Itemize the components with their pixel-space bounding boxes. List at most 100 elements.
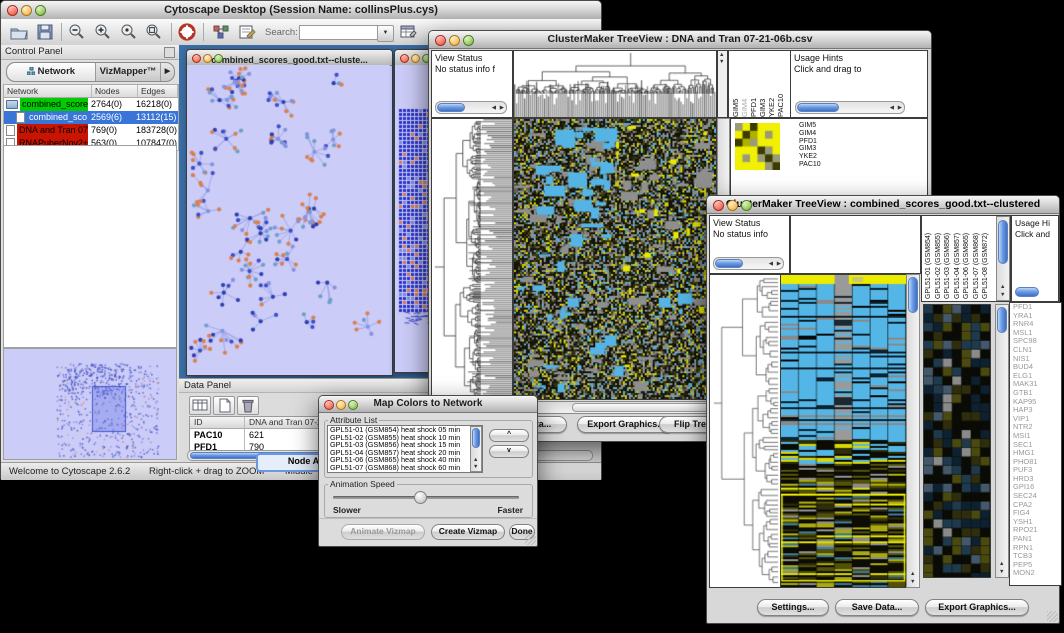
tv2-row-dendrogram[interactable] xyxy=(709,274,781,588)
dialog-titlebar[interactable]: Map Colors to Network xyxy=(319,396,537,413)
tab-vizmapper[interactable]: VizMapper™ xyxy=(96,63,160,81)
network-overview-button[interactable] xyxy=(211,22,231,42)
scrollbar-thumb[interactable] xyxy=(715,259,743,268)
scroll-left-icon[interactable]: ◀ xyxy=(769,261,773,267)
column-label[interactable]: GPL51-04 (GSM857) xyxy=(953,216,963,299)
search-dropdown-arrow-icon[interactable]: ▼ xyxy=(377,25,394,42)
column-label[interactable]: GPL51-02 (GSM855) xyxy=(934,216,944,299)
save-data-button[interactable]: Save Data... xyxy=(835,599,919,616)
treeview1-titlebar[interactable]: ClusterMaker TreeView : DNA and Tran 07-… xyxy=(429,31,931,49)
scroll-up-icon[interactable]: ▲ xyxy=(473,457,478,463)
column-label[interactable]: GPL51-03 (GSM856) xyxy=(943,216,953,299)
export-graphics-button[interactable]: Export Graphics... xyxy=(925,599,1029,616)
column-label[interactable]: GPL51-07 (GSM868) xyxy=(972,216,982,299)
annotation-button[interactable] xyxy=(237,22,257,42)
tv1-row-dendrogram[interactable] xyxy=(431,118,513,400)
row-label[interactable]: PFD1 xyxy=(799,138,821,146)
attribute-list[interactable]: GPL51-01 (GSM854) heat shock 05 minGPL51… xyxy=(327,425,483,473)
move-up-button[interactable]: ^ xyxy=(489,429,529,442)
animate-vizmap-button[interactable]: Animate Vizmap xyxy=(341,524,425,540)
scroll-down-icon[interactable]: ▼ xyxy=(910,579,915,585)
minimize-button[interactable] xyxy=(203,54,212,63)
resize-grip[interactable] xyxy=(525,534,536,545)
scroll-down-icon[interactable]: ▼ xyxy=(999,569,1004,575)
col-nodes[interactable]: Nodes xyxy=(92,85,138,97)
zoom-button[interactable] xyxy=(741,200,752,211)
col-edges[interactable]: Edges xyxy=(138,85,178,97)
scroll-down-icon[interactable]: ▼ xyxy=(1000,292,1005,298)
scroll-right-icon[interactable]: ▶ xyxy=(898,105,902,111)
scroll-up-icon[interactable]: ▲ xyxy=(910,571,915,577)
column-label[interactable]: GIM4 xyxy=(740,51,749,117)
network-table-row[interactable]: combined_sco 2569(6) 13112(15) xyxy=(4,111,178,124)
scrollbar-thumb[interactable] xyxy=(1015,287,1039,297)
col-network[interactable]: Network xyxy=(4,85,92,97)
attribute-list-vscrollbar[interactable]: ▲ ▼ xyxy=(470,426,482,472)
tv1-corner-scroll[interactable]: ▲ ▼ xyxy=(717,50,728,118)
scrollbar-thumb[interactable] xyxy=(797,103,839,112)
usage-hints-scrollbar[interactable]: ◀ ▶ xyxy=(795,101,905,114)
close-button[interactable] xyxy=(324,400,334,410)
search-input[interactable] xyxy=(299,25,381,40)
network-view-titlebar[interactable]: combined_scores_good.txt--cluste... xyxy=(187,50,392,66)
zoom-in-button[interactable] xyxy=(93,22,113,42)
scrollbar-thumb[interactable] xyxy=(437,103,465,112)
row-label[interactable]: GIM5 xyxy=(799,122,821,130)
scroll-down-icon[interactable]: ▼ xyxy=(473,464,478,470)
main-titlebar[interactable]: Cytoscape Desktop (Session Name: collins… xyxy=(1,1,601,20)
new-attribute-icon[interactable] xyxy=(213,396,235,415)
view-status-scrollbar[interactable]: ◀ ▶ xyxy=(713,257,784,270)
detach-panel-icon[interactable] xyxy=(164,47,175,58)
minimize-button[interactable] xyxy=(449,35,460,46)
minimize-button[interactable] xyxy=(727,200,738,211)
scroll-up-icon[interactable]: ▲ xyxy=(1000,284,1005,290)
tv1-heatmap[interactable] xyxy=(513,118,717,400)
tv2-heatmap[interactable] xyxy=(780,274,907,588)
create-vizmap-button[interactable]: Create Vizmap xyxy=(431,524,505,540)
scroll-left-icon[interactable]: ◀ xyxy=(492,105,496,111)
attribute-select-icon[interactable] xyxy=(189,396,211,415)
tv2-zoom-vscrollbar[interactable]: ▲ ▼ xyxy=(995,304,1009,578)
animation-speed-slider-thumb[interactable] xyxy=(414,491,427,504)
zoom-selected-button[interactable] xyxy=(119,22,139,42)
scrollbar-thumb[interactable] xyxy=(472,428,480,448)
tv1-col-dendrogram[interactable] xyxy=(513,50,717,118)
overview-canvas[interactable] xyxy=(4,349,176,459)
scrollbar-thumb[interactable] xyxy=(998,220,1008,264)
resize-grip[interactable] xyxy=(1047,611,1058,622)
network-overview-panel[interactable] xyxy=(3,348,177,460)
zoom-out-button[interactable] xyxy=(67,22,87,42)
close-button[interactable] xyxy=(400,54,409,63)
scroll-right-icon[interactable]: ▶ xyxy=(500,105,504,111)
row-label[interactable]: PAC10 xyxy=(799,161,821,169)
delete-attribute-trash-icon[interactable] xyxy=(237,396,259,415)
zoom-button[interactable] xyxy=(348,400,358,410)
column-label[interactable]: GIM5 xyxy=(731,51,740,117)
column-label[interactable]: PFD1 xyxy=(749,51,758,117)
tv2-heatmap-vscrollbar[interactable]: ▲ ▼ xyxy=(906,274,920,588)
scroll-right-icon[interactable]: ▶ xyxy=(777,261,781,267)
column-label[interactable]: GIM3 xyxy=(758,51,767,117)
tv2-labels-vscrollbar[interactable]: ▲ ▼ xyxy=(996,216,1010,301)
column-label[interactable]: YKE2 xyxy=(767,51,776,117)
open-session-button[interactable] xyxy=(9,22,29,42)
close-button[interactable] xyxy=(435,35,446,46)
scroll-down-icon[interactable]: ▼ xyxy=(719,59,724,65)
gene-label[interactable]: MON2 xyxy=(1013,569,1061,578)
zoom-button[interactable] xyxy=(214,54,223,63)
more-tabs-arrow-icon[interactable]: ▶ xyxy=(160,63,174,81)
tab-network[interactable]: Network xyxy=(7,63,96,81)
view-status-scrollbar[interactable]: ◀ ▶ xyxy=(435,101,507,114)
network-canvas[interactable] xyxy=(187,65,390,373)
tv2-zoom-heatmap[interactable] xyxy=(923,304,991,578)
column-label[interactable]: PAC10 xyxy=(776,51,785,117)
row-label[interactable]: GIM4 xyxy=(799,130,821,138)
minimize-button[interactable] xyxy=(21,5,32,16)
scrollbar-thumb[interactable] xyxy=(997,307,1007,333)
zoom-button[interactable] xyxy=(35,5,46,16)
column-label[interactable]: GPL51-06 (GSM865) xyxy=(962,216,972,299)
tv1-summary-heatmap[interactable] xyxy=(735,123,780,170)
scroll-up-icon[interactable]: ▲ xyxy=(999,561,1004,567)
row-label[interactable]: GIM3 xyxy=(799,145,821,153)
close-button[interactable] xyxy=(7,5,18,16)
